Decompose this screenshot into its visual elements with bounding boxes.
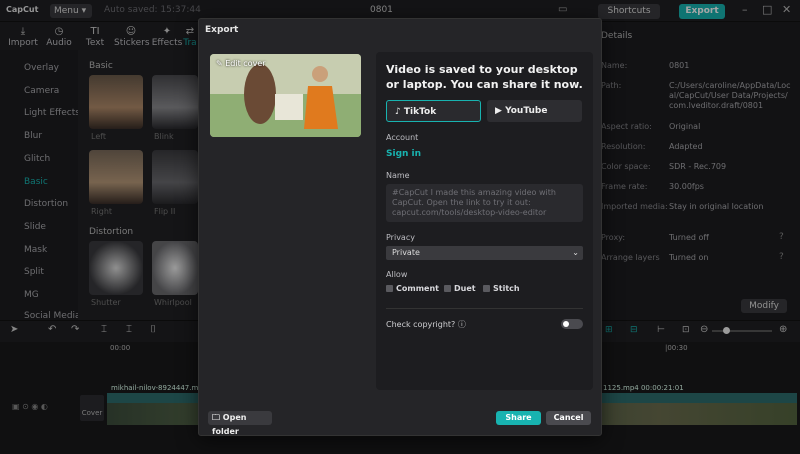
allow-comment-checkbox[interactable]: Comment xyxy=(386,284,439,293)
checkbox-box xyxy=(483,285,490,292)
youtube-icon: ▶ xyxy=(495,106,502,116)
allow-label: Allow xyxy=(386,270,408,279)
open-folder-button[interactable]: 🗀 Open folder xyxy=(208,411,272,436)
tab-label: YouTube xyxy=(505,106,548,116)
checkbox-label: Duet xyxy=(454,284,476,293)
privacy-select[interactable]: Private ⌄ xyxy=(386,246,583,260)
name-label: Name xyxy=(386,171,410,180)
checkbox-box xyxy=(386,285,393,292)
edit-cover-label: Edit cover xyxy=(225,59,266,68)
folder-icon: 🗀 xyxy=(212,413,220,422)
share-button[interactable]: Share xyxy=(496,411,541,425)
sign-in-link[interactable]: Sign in xyxy=(386,149,421,159)
tab-youtube[interactable]: ▶ YouTube xyxy=(487,100,582,122)
checkbox-label: Comment xyxy=(396,284,439,293)
privacy-label: Privacy xyxy=(386,233,415,242)
dialog-title: Export xyxy=(205,25,239,35)
copyright-label-text: Check copyright? xyxy=(386,320,456,329)
tab-label: TikTok xyxy=(403,107,437,117)
cancel-button[interactable]: Cancel xyxy=(546,411,591,425)
pencil-icon: ✎ xyxy=(216,59,223,68)
edit-cover-button[interactable]: ✎ Edit cover xyxy=(216,59,266,68)
name-field[interactable]: #CapCut I made this amazing video with C… xyxy=(386,184,583,222)
copyright-check-label: Check copyright? ⓘ xyxy=(386,319,466,330)
info-icon[interactable]: ⓘ xyxy=(458,320,466,329)
checkbox-box xyxy=(444,285,451,292)
toggle-knob xyxy=(563,321,569,327)
tiktok-icon: ♪ xyxy=(395,107,401,117)
checkbox-label: Stitch xyxy=(493,284,520,293)
privacy-value: Private xyxy=(392,248,420,257)
allow-duet-checkbox[interactable]: Duet xyxy=(444,284,476,293)
chevron-down-icon: ⌄ xyxy=(572,248,579,257)
share-headline: Video is saved to your desktop or laptop… xyxy=(386,63,583,91)
divider xyxy=(386,308,583,309)
tab-tiktok[interactable]: ♪ TikTok xyxy=(386,100,481,122)
account-label: Account xyxy=(386,133,419,142)
allow-stitch-checkbox[interactable]: Stitch xyxy=(483,284,520,293)
